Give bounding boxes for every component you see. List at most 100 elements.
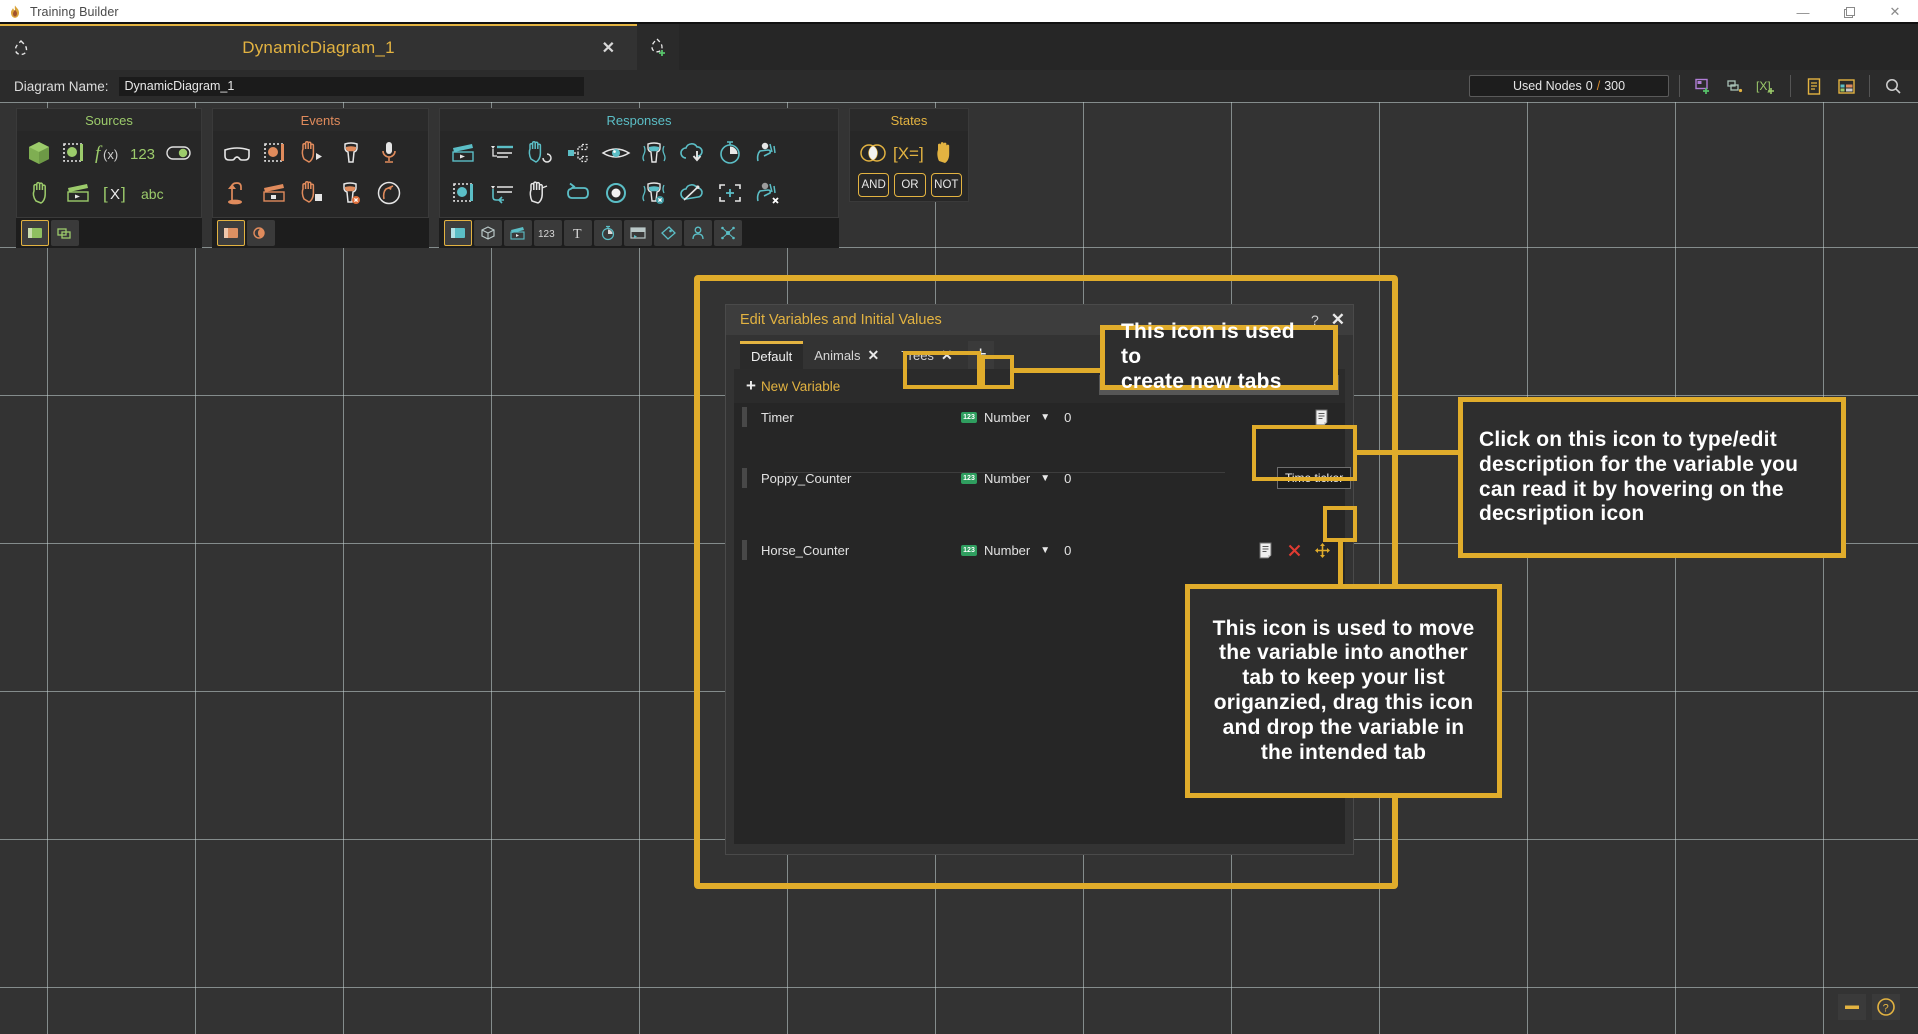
- drag-handle[interactable]: [742, 540, 747, 560]
- hand-state-icon[interactable]: [928, 133, 962, 173]
- drag-handle[interactable]: [742, 468, 747, 488]
- minimize-panel-button[interactable]: [1838, 994, 1866, 1020]
- palette-title-events: Events: [213, 109, 428, 131]
- vr-headset-icon[interactable]: [219, 133, 255, 173]
- panel-icon[interactable]: [624, 220, 652, 246]
- logic-and-button[interactable]: AND: [858, 173, 890, 197]
- controller-vibrate-icon[interactable]: [636, 133, 672, 173]
- os-title-left: Training Builder: [0, 5, 119, 19]
- hand-grab-icon[interactable]: [522, 173, 558, 213]
- used-nodes-total: 300: [1604, 79, 1626, 93]
- timer-hand-icon[interactable]: [371, 173, 407, 213]
- os-title-bar: Training Builder — ✕: [0, 0, 1918, 24]
- number-123-icon[interactable]: 123: [534, 220, 562, 246]
- compare-x-equals-icon[interactable]: [X=]: [892, 133, 926, 173]
- microphone-icon[interactable]: [371, 133, 407, 173]
- record-icon[interactable]: [598, 173, 634, 213]
- chevron-down-icon[interactable]: ▼: [1040, 545, 1050, 556]
- hand-despawn-icon[interactable]: [750, 173, 786, 213]
- person-icon[interactable]: [684, 220, 712, 246]
- description-icon[interactable]: [1255, 539, 1277, 561]
- venn-overlap-icon[interactable]: [856, 133, 890, 173]
- hand-rotate-icon[interactable]: [522, 133, 558, 173]
- chevron-down-icon[interactable]: ▼: [1040, 473, 1050, 484]
- cube-icon[interactable]: [474, 220, 502, 246]
- clapboard-stop-icon[interactable]: [257, 173, 293, 213]
- network-icon[interactable]: [714, 220, 742, 246]
- stopwatch-icon[interactable]: [712, 133, 748, 173]
- image-source-icon[interactable]: [58, 133, 91, 173]
- tag-icon[interactable]: [654, 220, 682, 246]
- number-123-icon[interactable]: 123: [127, 133, 160, 173]
- cloud-edit-icon[interactable]: [674, 173, 710, 213]
- logic-not-button[interactable]: NOT: [930, 173, 962, 197]
- variable-x-icon[interactable]: [X]: [99, 173, 135, 213]
- cube-icon[interactable]: [23, 133, 56, 173]
- diagram-name-input[interactable]: [118, 76, 584, 96]
- controller-vibrate-stop-icon[interactable]: [636, 173, 672, 213]
- close-icon[interactable]: ✕: [867, 347, 879, 364]
- text-abc-icon[interactable]: abc: [137, 173, 173, 213]
- add-node-icon[interactable]: [1690, 74, 1716, 98]
- source-select-icon[interactable]: [21, 220, 49, 246]
- group-nodes-icon[interactable]: [1722, 74, 1748, 98]
- tab-default[interactable]: Default: [740, 341, 804, 369]
- lever-icon[interactable]: [219, 173, 255, 213]
- stopwatch-icon[interactable]: [594, 220, 622, 246]
- maximize-button[interactable]: [1826, 0, 1872, 24]
- minimize-button[interactable]: —: [1780, 0, 1826, 24]
- controller-icon[interactable]: [333, 133, 369, 173]
- description-icon[interactable]: [1311, 406, 1333, 428]
- close-icon[interactable]: ✕: [941, 347, 953, 364]
- drag-handle[interactable]: [742, 407, 747, 427]
- variable-value[interactable]: 0: [1064, 410, 1071, 425]
- variable-value[interactable]: 0: [1064, 543, 1071, 558]
- new-variable-button[interactable]: + New Variable: [740, 376, 840, 396]
- list-loop-icon[interactable]: [484, 173, 520, 213]
- number-type-icon: 123: [961, 544, 977, 556]
- add-tab-button[interactable]: +: [967, 341, 994, 369]
- cloud-download-icon[interactable]: [674, 133, 710, 173]
- text-T-icon[interactable]: T: [564, 220, 592, 246]
- clipboard-icon[interactable]: [1801, 74, 1827, 98]
- hand-play-icon[interactable]: [295, 133, 331, 173]
- tab-animals[interactable]: Animals ✕: [803, 341, 890, 369]
- event-overlap-icon[interactable]: [247, 220, 275, 246]
- image-event-icon[interactable]: [257, 133, 293, 173]
- search-icon[interactable]: [1880, 74, 1906, 98]
- add-diagram-icon[interactable]: [637, 24, 679, 70]
- toolbar-divider-3: [1869, 75, 1870, 97]
- table-row[interactable]: Timer 123 Number ▼ 0: [734, 403, 1345, 431]
- close-icon[interactable]: ✕: [602, 38, 615, 58]
- video-clip-icon[interactable]: [61, 173, 97, 213]
- table-row[interactable]: Horse_Counter 123 Number ▼ 0: [734, 536, 1345, 564]
- chevron-down-icon[interactable]: ▼: [1040, 412, 1050, 423]
- add-variable-icon[interactable]: [X]: [1754, 74, 1780, 98]
- event-select-icon[interactable]: [217, 220, 245, 246]
- logic-or-button[interactable]: OR: [894, 173, 926, 197]
- clip-icon[interactable]: [504, 220, 532, 246]
- layout-grid-icon[interactable]: [1833, 74, 1859, 98]
- close-window-button[interactable]: ✕: [1872, 0, 1918, 24]
- controller-x-icon[interactable]: [333, 173, 369, 213]
- clip-play-icon[interactable]: [446, 133, 482, 173]
- diagram-tab-dynamicdiagram-1[interactable]: DynamicDiagram_1 ✕: [0, 24, 637, 70]
- response-select-icon[interactable]: [444, 220, 472, 246]
- delete-icon[interactable]: [1283, 539, 1305, 561]
- hand-icon[interactable]: [23, 173, 59, 213]
- hand-spawn-icon[interactable]: [750, 133, 786, 173]
- tab-trees[interactable]: Trees ✕: [890, 341, 963, 369]
- hand-stop-icon[interactable]: [295, 173, 331, 213]
- table-row[interactable]: Poppy_Counter 123 Number ▼ 0: [734, 464, 1345, 492]
- move-icon[interactable]: [1311, 539, 1333, 561]
- help-button[interactable]: ?: [1872, 994, 1900, 1020]
- list-indent-icon[interactable]: [484, 133, 520, 173]
- eye-icon[interactable]: [598, 133, 634, 173]
- node-tree-icon[interactable]: [560, 133, 596, 173]
- function-fx-icon[interactable]: f (x): [93, 133, 126, 173]
- image-response-icon[interactable]: [446, 173, 482, 213]
- toggle-switch-icon[interactable]: [162, 133, 195, 173]
- source-stack-icon[interactable]: [51, 220, 79, 246]
- loop-arrow-icon[interactable]: [560, 173, 596, 213]
- crop-add-icon[interactable]: [712, 173, 748, 213]
